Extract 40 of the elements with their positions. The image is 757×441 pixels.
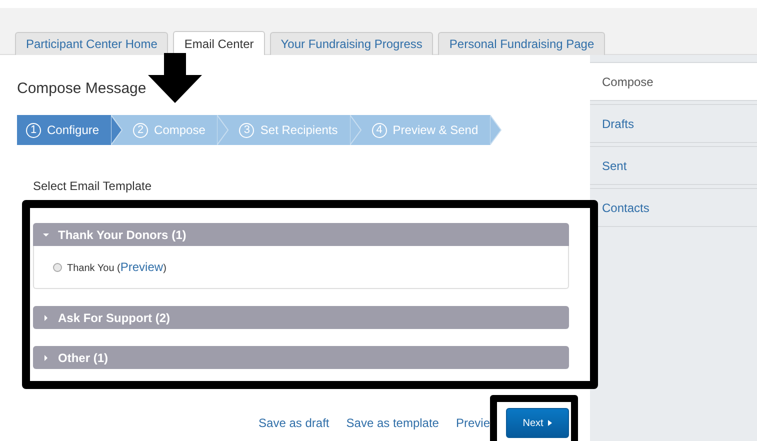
- page-title: Compose Message: [17, 79, 148, 99]
- step-label: Configure: [47, 123, 100, 137]
- sidebar-item[interactable]: Compose: [590, 62, 757, 101]
- accordion-title: Ask For Support (2): [58, 310, 170, 324]
- sidebar-item[interactable]: Sent: [590, 146, 757, 185]
- radio-button[interactable]: [53, 262, 62, 272]
- nav-tab[interactable]: Your Fundraising Progress: [270, 32, 434, 55]
- step-number: 4: [372, 122, 387, 138]
- accordion-header[interactable]: Other (1): [33, 346, 569, 369]
- action-link[interactable]: Previe: [456, 416, 490, 430]
- action-link[interactable]: Save as template: [346, 416, 439, 430]
- caret-right-icon: [43, 354, 49, 360]
- accordion-title: Other (1): [58, 350, 108, 364]
- chevron-icon: [350, 115, 362, 145]
- nav-tab[interactable]: Participant Center Home: [15, 32, 168, 55]
- arrow-down-icon: [148, 53, 202, 103]
- accordion-header[interactable]: Ask For Support (2): [33, 306, 569, 329]
- accordion-title: Thank Your Donors (1): [58, 228, 186, 242]
- nav-tab[interactable]: Personal Fundraising Page: [438, 32, 606, 55]
- template-label: Thank You (Preview): [67, 260, 166, 274]
- next-button[interactable]: Next: [506, 408, 569, 438]
- nav-tab[interactable]: Email Center: [173, 31, 265, 55]
- action-link[interactable]: Save as draft: [258, 416, 330, 430]
- step-label: Preview & Send: [392, 123, 478, 137]
- caret-right-icon: [548, 420, 552, 426]
- sidebar-item[interactable]: Contacts: [590, 188, 757, 227]
- section-label: Select Email Template: [33, 179, 152, 193]
- sidebar-item[interactable]: Drafts: [590, 104, 757, 143]
- caret-down-icon: [43, 232, 49, 238]
- step-label: Set Recipients: [260, 123, 338, 137]
- step-number: 2: [133, 122, 148, 138]
- step-label: Compose: [154, 123, 206, 137]
- chevron-icon: [217, 115, 230, 145]
- preview-link[interactable]: Preview: [120, 260, 164, 274]
- accordion-header[interactable]: Thank Your Donors (1): [33, 223, 569, 246]
- wizard-step[interactable]: 1 Configure: [17, 115, 124, 145]
- step-number: 1: [26, 122, 41, 138]
- caret-right-icon: [43, 314, 49, 320]
- step-number: 3: [239, 122, 254, 138]
- chevron-icon: [111, 115, 124, 145]
